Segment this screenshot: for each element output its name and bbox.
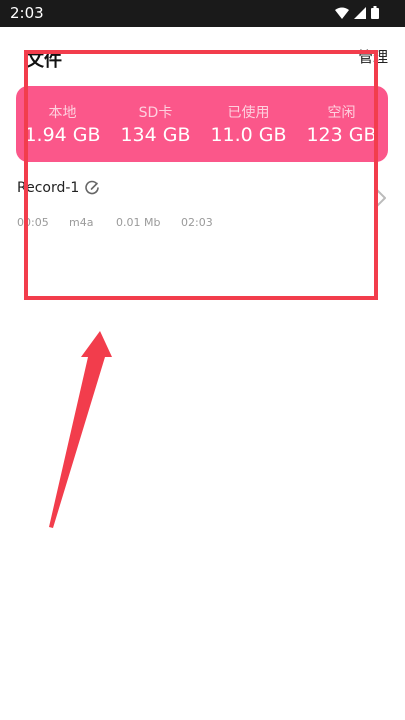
- status-icons: [335, 6, 379, 19]
- battery-icon: [371, 6, 379, 19]
- status-time: 2:03: [10, 4, 44, 22]
- file-screen: 2:03 文件 管理 本地 1.94 GB SD卡 134 GB 已使用 11.…: [0, 0, 405, 720]
- cellular-signal-icon: [354, 6, 366, 19]
- status-bar: 2:03: [0, 0, 405, 27]
- wifi-icon: [335, 7, 349, 19]
- annotation-highlight-box: [24, 50, 378, 300]
